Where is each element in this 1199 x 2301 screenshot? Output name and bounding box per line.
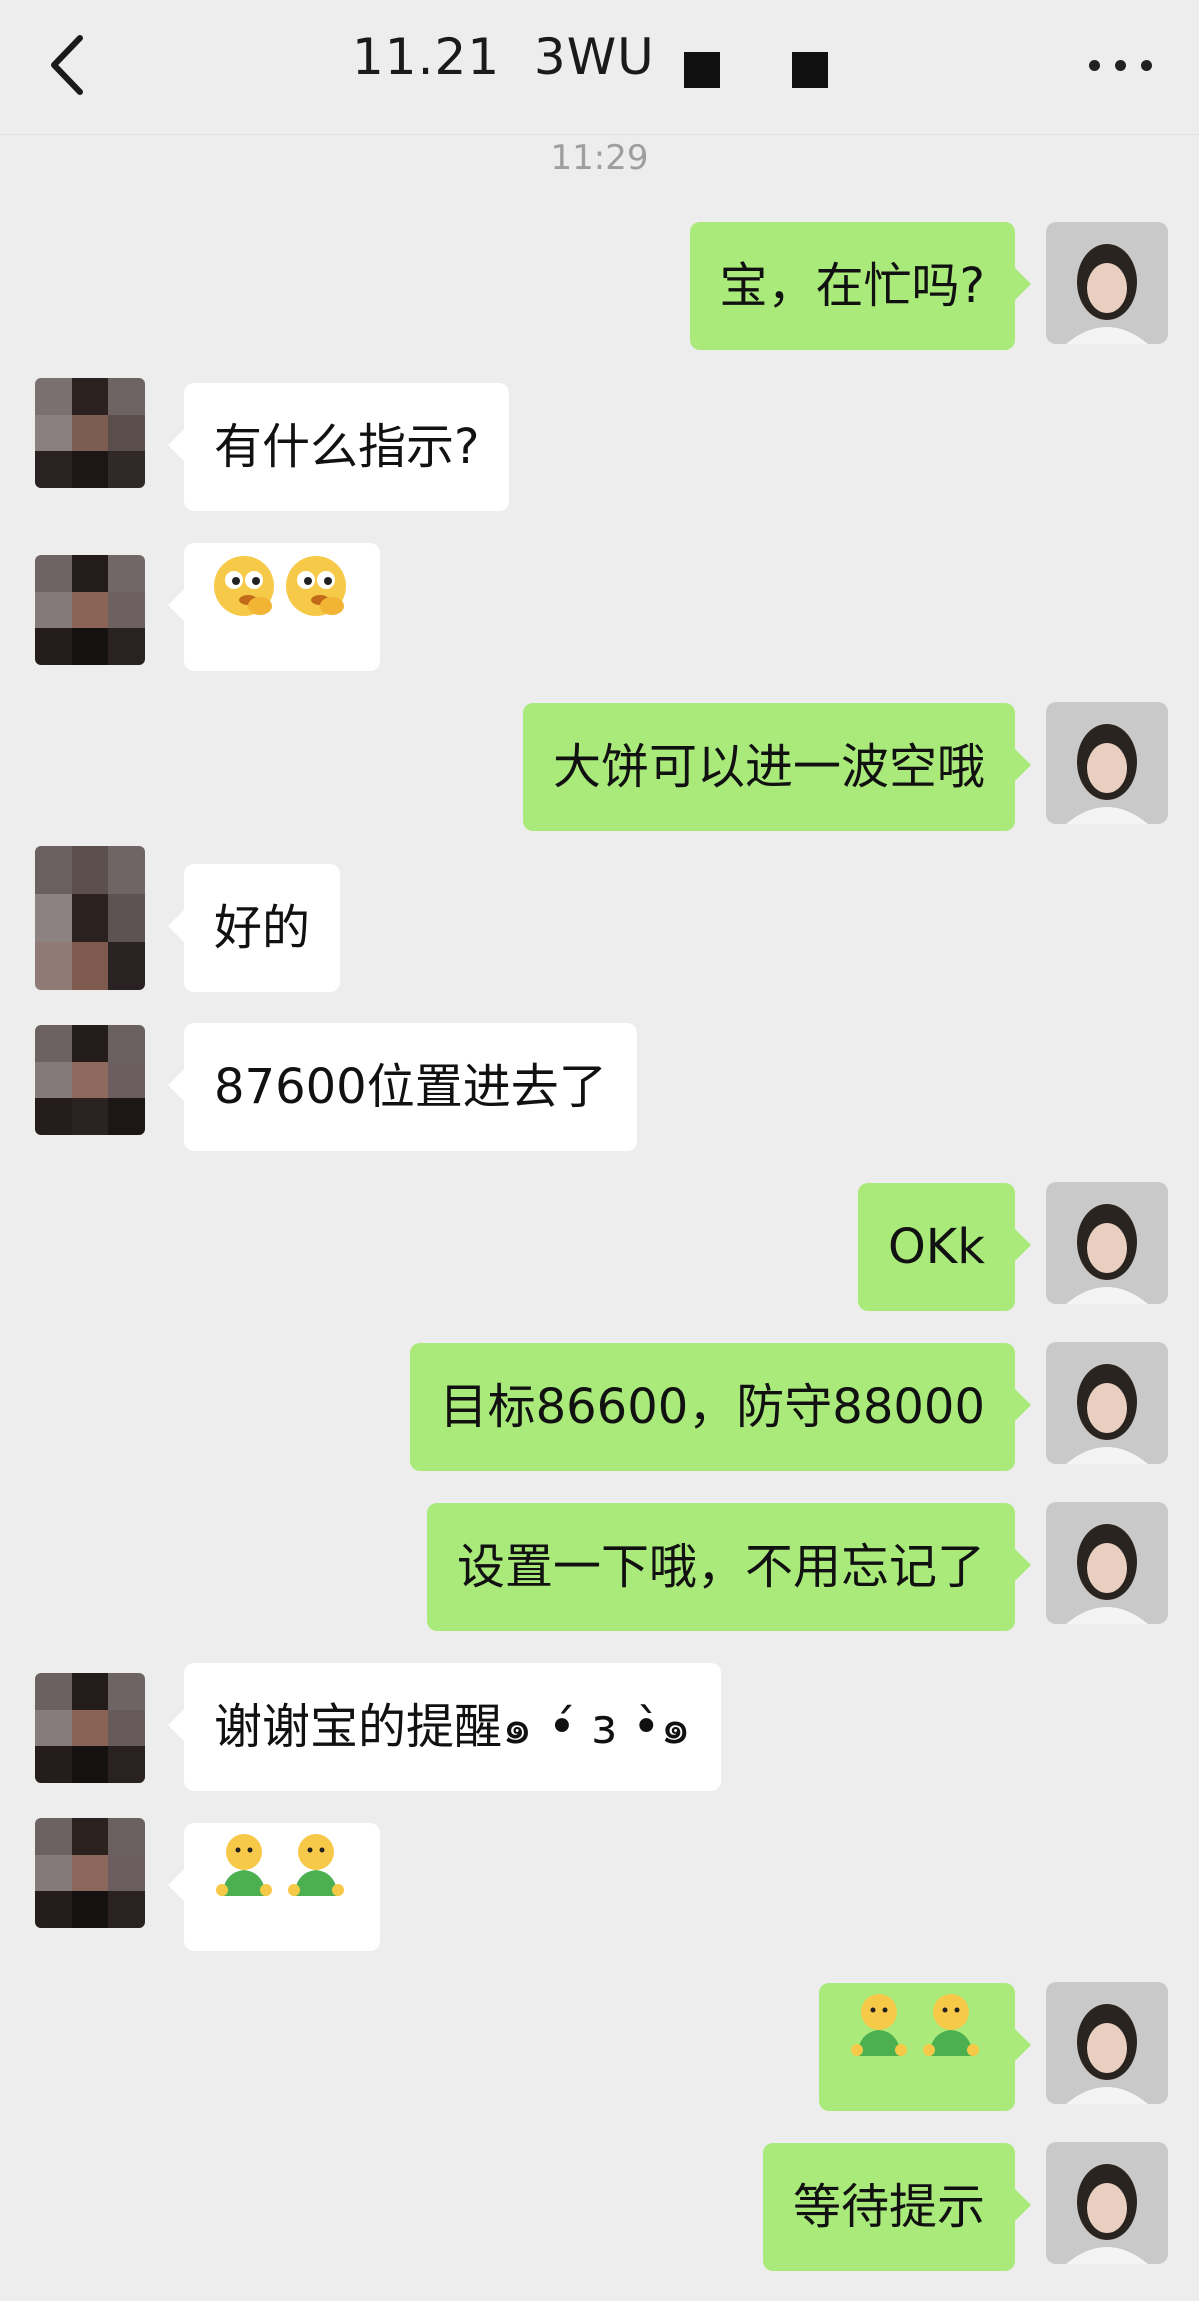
message-timestamp: 11:29 [550, 138, 649, 178]
green-shirt-emoji-sticker [210, 1826, 354, 1954]
message-bubble-sent[interactable]: 大饼可以进一波空哦 [522, 703, 1032, 831]
my-avatar[interactable] [1046, 1982, 1168, 2104]
contact-avatar[interactable] [35, 378, 145, 488]
message-bubble-sent[interactable]: 宝，在忙吗? [689, 222, 1032, 350]
message-bubble-sent[interactable]: 等待提示 [762, 2143, 1032, 2271]
message-bubble-sent[interactable]: 设置一下哦，不用忘记了 [426, 1503, 1032, 1631]
green-shirt-emoji-sticker [845, 1986, 989, 2114]
sticker-bubble-received[interactable] [168, 543, 380, 674]
redacted-block [792, 52, 828, 88]
message-bubble-received[interactable]: 谢谢宝的提醒๑ •́ з •̀๑ [168, 1663, 721, 1791]
contact-avatar[interactable] [35, 1673, 145, 1783]
sticker-bubble-received[interactable] [168, 1823, 380, 1954]
my-avatar[interactable] [1046, 222, 1168, 344]
contact-avatar[interactable] [35, 555, 145, 665]
message-bubble-sent[interactable]: 目标86600，防守88000 [409, 1343, 1032, 1471]
contact-avatar[interactable] [35, 846, 145, 990]
my-avatar[interactable] [1046, 2142, 1168, 2264]
my-avatar[interactable] [1046, 1182, 1168, 1304]
contact-avatar[interactable] [35, 1025, 145, 1135]
my-avatar[interactable] [1046, 702, 1168, 824]
contact-avatar[interactable] [35, 1818, 145, 1928]
message-bubble-received[interactable]: 有什么指示? [167, 383, 510, 511]
my-avatar[interactable] [1046, 1502, 1168, 1624]
more-options-icon[interactable] [1085, 48, 1155, 82]
sticker-bubble-sent[interactable] [819, 1983, 1031, 2114]
my-avatar[interactable] [1046, 1342, 1168, 1464]
message-bubble-received[interactable]: 87600位置进去了 [168, 1023, 637, 1151]
redacted-block [684, 52, 720, 88]
message-bubble-sent[interactable]: OKk [857, 1183, 1032, 1311]
back-arrow-icon[interactable] [40, 30, 100, 100]
chat-title: 11.21 3WU [352, 28, 655, 86]
thinking-face-sticker [210, 546, 354, 674]
chat-header: 11.21 3WU [0, 0, 1199, 135]
message-bubble-received[interactable]: 好的 [167, 864, 341, 992]
